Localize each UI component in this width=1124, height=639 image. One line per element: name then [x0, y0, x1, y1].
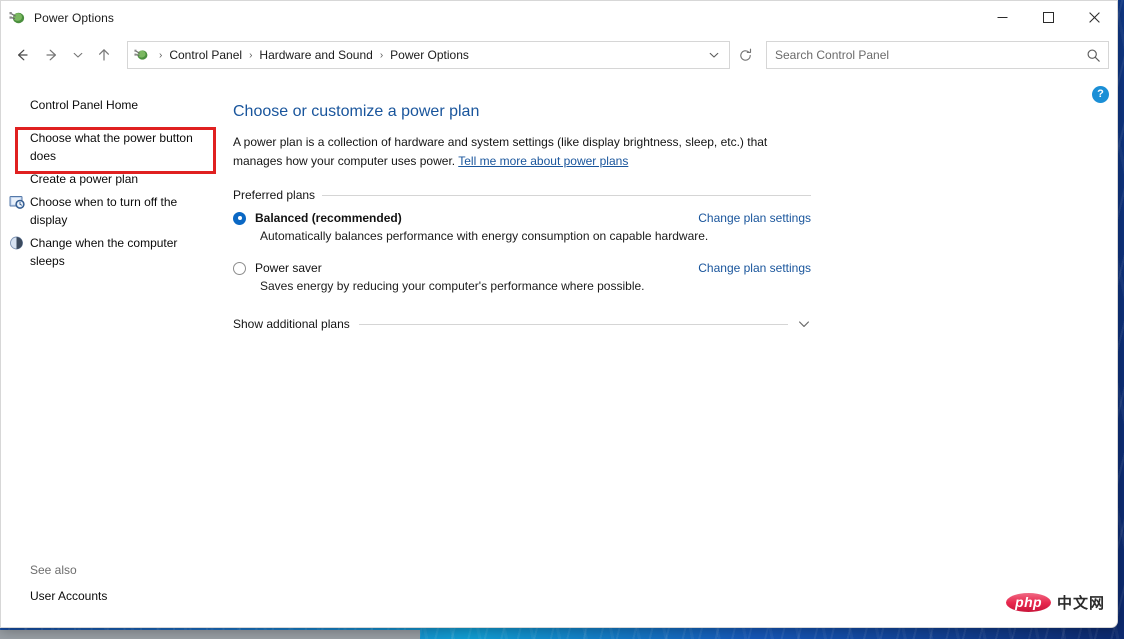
maximize-icon: [1042, 12, 1054, 23]
up-button[interactable]: [89, 40, 119, 70]
see-also-section: See also User Accounts: [30, 563, 107, 605]
breadcrumb-item-hardware-and-sound[interactable]: Hardware and Sound: [255, 46, 376, 64]
search-input[interactable]: [775, 48, 1080, 62]
sidebar-item-label: Choose when to turn off the display: [30, 195, 178, 227]
address-bar[interactable]: › Control Panel › Hardware and Sound › P…: [127, 41, 730, 69]
show-additional-plans-row[interactable]: Show additional plans: [233, 317, 811, 331]
search-button[interactable]: [1080, 43, 1106, 67]
search-icon: [1087, 49, 1100, 62]
breadcrumb-separator: ›: [379, 49, 384, 61]
search-box[interactable]: [766, 41, 1109, 69]
chevron-down-icon: [73, 52, 83, 58]
breadcrumb-item-power-options[interactable]: Power Options: [386, 46, 473, 64]
breadcrumb-item-control-panel[interactable]: Control Panel: [165, 46, 246, 64]
address-bar-actions: [701, 43, 727, 67]
watermark-logo: php 中文网: [1006, 592, 1105, 613]
show-additional-plans-label: Show additional plans: [233, 317, 350, 331]
group-divider: [322, 194, 811, 196]
sidebar-item-label: Change when the computer sleeps: [30, 236, 178, 268]
see-also-title: See also: [30, 563, 77, 577]
change-plan-settings-link-balanced[interactable]: Change plan settings: [698, 211, 811, 225]
up-arrow-icon: [99, 49, 109, 61]
moon-sleep-icon: [10, 236, 23, 250]
tell-me-more-link[interactable]: Tell me more about power plans: [458, 154, 628, 168]
plan-description: Automatically balances performance with …: [260, 229, 709, 243]
close-icon: [1088, 12, 1100, 23]
watermark-badge: php: [1006, 593, 1051, 612]
content-area: Control Panel Home Choose what the power…: [1, 76, 1117, 627]
window-title: Power Options: [34, 10, 115, 25]
refresh-icon: [739, 48, 751, 61]
chevron-down-icon: [709, 52, 719, 58]
address-dropdown-button[interactable]: [701, 43, 727, 67]
minimize-button[interactable]: [979, 1, 1025, 34]
power-options-window: Power Options › Control Panel › Hardware…: [0, 0, 1118, 628]
preferred-plans-header: Preferred plans: [233, 188, 811, 202]
radio-power-saver[interactable]: [233, 261, 246, 275]
power-plug-icon: [9, 11, 25, 23]
preferred-plans-label: Preferred plans: [233, 188, 316, 202]
breadcrumb-separator: ›: [249, 49, 253, 61]
sidebar-item-create-power-plan[interactable]: Create a power plan: [30, 168, 208, 190]
plan-row[interactable]: Balanced (recommended) Change plan setti…: [233, 211, 811, 225]
taskbar-strip: [0, 630, 420, 639]
plan-description: Saves energy by reducing your computer's…: [260, 279, 645, 293]
sidebar-item-label: Create a power plan: [30, 172, 139, 186]
sidebar: Control Panel Home Choose what the power…: [1, 76, 225, 627]
sidebar-item-user-accounts[interactable]: User Accounts: [30, 587, 107, 605]
plan-item-power-saver: Power saver Change plan settings Saves e…: [233, 261, 811, 293]
window-controls: [979, 1, 1117, 34]
plan-item-balanced: Balanced (recommended) Change plan setti…: [233, 211, 811, 243]
group-divider: [358, 323, 788, 325]
plan-name: Power saver: [255, 261, 322, 275]
breadcrumb: › Control Panel › Hardware and Sound › P…: [156, 46, 701, 64]
forward-arrow-icon: [46, 49, 56, 61]
sidebar-item-change-computer-sleeps[interactable]: Change when the computer sleeps: [10, 232, 208, 272]
help-button-label: ?: [1097, 88, 1104, 100]
recent-locations-button[interactable]: [67, 40, 89, 70]
minimize-icon: [997, 17, 1007, 18]
sidebar-item-control-panel-home[interactable]: Control Panel Home: [30, 94, 208, 116]
page-title: Choose or customize a power plan: [233, 103, 480, 120]
intro-text: A power plan is a collection of hardware…: [233, 133, 813, 171]
forward-button[interactable]: [37, 40, 67, 70]
preferred-plans-group: Preferred plans Balanced (recommended) C…: [233, 188, 811, 293]
watermark-text: 中文网: [1056, 595, 1105, 612]
sidebar-item-label: User Accounts: [30, 589, 108, 603]
breadcrumb-separator: ›: [159, 49, 163, 61]
sidebar-item-label: Choose what the power button does: [30, 131, 193, 163]
sidebar-item-turn-off-display[interactable]: Choose when to turn off the display: [9, 191, 208, 231]
back-arrow-icon: [18, 49, 28, 61]
refresh-button[interactable]: [730, 40, 760, 70]
display-clock-icon: [9, 196, 25, 209]
change-plan-settings-link-power-saver[interactable]: Change plan settings: [698, 261, 811, 275]
maximize-button[interactable]: [1025, 1, 1071, 34]
back-button[interactable]: [7, 40, 37, 70]
title-bar: Power Options: [1, 1, 1117, 34]
help-icon[interactable]: ?: [1092, 86, 1109, 103]
plan-row[interactable]: Power saver Change plan settings: [233, 261, 811, 275]
navigation-bar: › Control Panel › Hardware and Sound › P…: [1, 34, 1117, 76]
sidebar-item-choose-power-button[interactable]: Choose what the power button does: [30, 127, 208, 167]
power-plug-icon: [134, 49, 148, 60]
plan-name: Balanced (recommended): [255, 211, 402, 225]
close-button[interactable]: [1071, 1, 1117, 34]
sidebar-item-label: Control Panel Home: [30, 98, 139, 112]
main-pane: ? Choose or customize a power plan A pow…: [225, 76, 1117, 627]
chevron-down-icon[interactable]: [797, 317, 811, 331]
radio-balanced[interactable]: [233, 211, 246, 225]
